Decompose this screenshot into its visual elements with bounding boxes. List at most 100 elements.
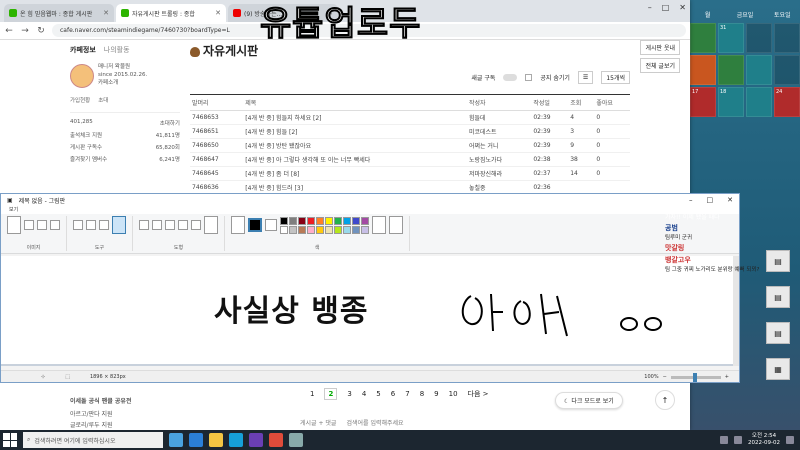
edit-colors-icon[interactable] [372,216,386,234]
size-icon[interactable] [231,216,245,234]
star-shape-icon[interactable] [191,220,201,230]
outline-icon[interactable] [204,216,218,234]
swatch[interactable] [289,216,297,225]
desktop-shortcut[interactable]: ▤ [760,286,796,308]
page-link[interactable]: 5 [376,390,380,398]
table-row[interactable]: 7468653 [4개 반 중] 힘들지 하세요 [2] 힘들데 02:39 4… [190,110,630,125]
calendar-cell[interactable] [690,55,716,85]
volume-icon[interactable] [734,436,743,444]
notification-icon[interactable] [786,436,794,444]
swatch[interactable] [316,216,324,225]
network-icon[interactable] [720,436,729,444]
swatch[interactable] [280,216,288,225]
post-author[interactable]: 저마장신해라 [466,166,532,181]
scroll-top-button[interactable]: ↑ [655,390,675,410]
calendar-cell[interactable] [746,55,772,85]
triangle-shape-icon[interactable] [178,220,188,230]
calendar-cell[interactable] [774,55,800,85]
table-row[interactable]: 7468650 [4개 반 중] 방탄 됐잖아요 어쩌는 거니 02:39 9 … [190,138,630,153]
page-link[interactable]: 7 [405,390,409,398]
zoom-thumb[interactable] [692,372,697,382]
minimize-button[interactable]: – [648,3,652,12]
desktop-shortcut[interactable]: ▦ [760,358,796,380]
line-shape-icon[interactable] [139,220,149,230]
column-header[interactable]: 말머리 [190,94,244,111]
pencil-icon[interactable] [73,220,83,230]
tab-my-activity[interactable]: 나의활동 [104,45,130,55]
calendar-cell[interactable] [746,23,772,53]
page-link[interactable]: 3 [347,390,351,398]
close-window-button[interactable]: ✕ [727,196,733,204]
select-icon[interactable] [7,216,21,234]
hide-notice-checkbox[interactable] [525,74,533,81]
reload-icon[interactable]: ↻ [36,26,46,36]
swatch[interactable] [298,225,306,234]
fill-icon[interactable] [86,220,96,230]
color2-swatch[interactable] [265,219,277,231]
post-title[interactable]: [4개 반 중] 좀 더 [8] [243,166,467,181]
page-link[interactable]: 1 [310,390,314,398]
calendar-cell[interactable] [774,23,800,53]
swatch[interactable] [334,225,342,234]
swatch[interactable] [343,225,351,234]
paint-canvas[interactable]: 사실상 뱅종 [1,256,737,364]
page-link-current[interactable]: 2 [324,388,338,400]
calendar-cell[interactable]: 17 [690,87,716,117]
back-arrow-icon[interactable]: ← [4,26,14,36]
page-link[interactable]: 9 [434,390,438,398]
resize-icon[interactable] [37,220,47,230]
post-title[interactable]: [4개 반 중] 아 그렇다 생각해 또 이는 너무 빡세다 [243,152,467,167]
table-row[interactable]: 7468645 [4개 반 중] 좀 더 [8] 저마장신해라 02:37 14… [190,166,630,181]
page-link[interactable]: 8 [420,390,424,398]
calendar-cell[interactable] [690,23,716,53]
maximize-button[interactable]: □ [707,196,714,204]
swatch[interactable] [343,216,351,225]
browser-tab-active[interactable]: 자유게시판 트롤링 : 종합 ✕ [116,4,226,22]
close-icon[interactable]: ✕ [103,9,109,17]
chrome-icon[interactable] [269,433,283,447]
post-title[interactable]: [4개 반 중] 힘들 [2] [243,124,467,139]
crop-icon[interactable] [24,220,34,230]
invite-link[interactable]: 초대 [98,96,108,104]
search-input[interactable]: 검색어를 입력해주세요 [346,418,403,427]
paint-taskbar-icon[interactable] [289,433,303,447]
minimize-button[interactable]: – [689,196,693,204]
brush-icon[interactable] [112,216,126,234]
desktop-shortcut[interactable]: ▤ [760,250,796,272]
color1-swatch[interactable] [248,218,262,232]
join-status-link[interactable]: 가입현황 [70,96,90,104]
swatch[interactable] [325,216,333,225]
post-title[interactable]: [4개 반 중] 힘들지 하세요 [2] [243,110,467,125]
edge-icon[interactable] [189,433,203,447]
post-author[interactable]: 미코데스트 [466,124,532,139]
sidebar-bottom-item[interactable]: 아르고/판다 지원 [70,408,180,419]
swatch[interactable] [334,216,342,225]
tab-cafe-info[interactable]: 카페정보 [70,45,96,55]
swatch[interactable] [325,225,333,234]
page-size-select[interactable]: 15개씩 [601,71,630,84]
maximize-button[interactable]: □ [662,3,670,12]
swatch[interactable] [316,225,324,234]
zoom-in-icon[interactable]: + [725,374,729,380]
swatch[interactable] [361,216,369,225]
page-link[interactable]: 4 [362,390,366,398]
taskbar-search[interactable]: ⌕ 검색하려면 여기에 입력하십시오 [23,432,163,448]
calendar-cell[interactable]: 24 [774,87,800,117]
swatch[interactable] [361,225,369,234]
file-explorer-icon[interactable] [209,433,223,447]
oval-shape-icon[interactable] [152,220,162,230]
desktop-shortcut[interactable]: ▤ [760,322,796,344]
rotate-icon[interactable] [50,220,60,230]
cafe-logo[interactable] [70,64,94,88]
sidebar-bottom-item[interactable]: 글로리/루두 지원 [70,419,180,430]
side-line[interactable]: 뱅갈고우 [665,255,760,265]
zoom-out-icon[interactable]: − [663,374,667,380]
task-view-icon[interactable] [169,433,183,447]
table-row[interactable]: 7468651 [4개 반 중] 힘들 [2] 미코데스트 02:39 3 0 [190,124,630,139]
table-row[interactable]: 7468647 [4개 반 중] 아 그렇다 생각해 또 이는 너무 빡세다 노… [190,152,630,167]
zoom-slider[interactable] [670,372,721,382]
calendar-cell[interactable] [718,55,744,85]
next-page-link[interactable]: 다음 > [468,389,489,399]
post-author[interactable]: 어쩌는 거니 [466,138,532,153]
swatch[interactable] [352,225,360,234]
